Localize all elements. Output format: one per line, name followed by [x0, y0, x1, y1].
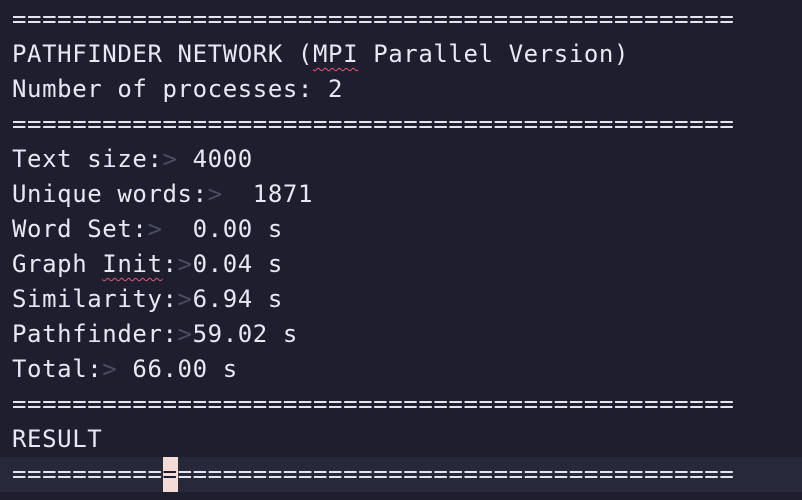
metric-total: Total:> 66.00 s [12, 352, 238, 387]
metric-value: 6.94 s [192, 285, 283, 313]
tab-marker-icon: > [147, 215, 163, 243]
separator-line: ========================================… [12, 5, 735, 33]
tab-marker-icon: > [177, 320, 193, 348]
title-suffix: Parallel Version) [358, 40, 630, 68]
tab-marker-icon: > [207, 180, 223, 208]
metric-value: 4000 [177, 145, 253, 173]
separator-line: ========================================… [12, 390, 735, 418]
terminal-editor[interactable]: ========================================… [0, 0, 802, 500]
tab-marker-icon: > [177, 250, 193, 278]
separator-line: ========================================… [12, 110, 735, 138]
metric-label: Similarity: [12, 285, 178, 313]
current-line[interactable]: ========================================… [0, 457, 802, 492]
metric-value: 0.00 s [162, 215, 283, 243]
tab-marker-icon: > [162, 145, 178, 173]
metric-value: 0.04 s [192, 250, 283, 278]
metric-word-set: Word Set:> 0.00 s [12, 212, 283, 247]
metric-label: Total: [12, 355, 103, 383]
title-prefix: PATHFINDER NETWORK ( [12, 40, 313, 68]
metric-label-colon: : [162, 250, 178, 278]
metric-value: 1871 [222, 180, 313, 208]
metric-label: Pathfinder: [12, 320, 178, 348]
spellcheck-flagged-word[interactable]: Init [102, 250, 162, 278]
metric-graph-init: Graph Init:>0.04 s [12, 247, 283, 282]
result-heading: RESULT [12, 425, 103, 453]
metric-similarity: Similarity:>6.94 s [12, 282, 283, 317]
spellcheck-flagged-word[interactable]: MPI [313, 40, 358, 68]
metric-label: Graph [12, 250, 103, 278]
processes-line: Number of processes: 2 [12, 75, 344, 103]
metric-text-size: Text size:> 4000 [12, 142, 253, 177]
metric-unique-words: Unique words:> 1871 [12, 177, 313, 212]
metric-label: Text size: [12, 145, 163, 173]
metric-value: 59.02 s [192, 320, 298, 348]
tab-marker-icon: > [177, 285, 193, 313]
metric-pathfinder: Pathfinder:>59.02 s [12, 317, 298, 352]
program-title: PATHFINDER NETWORK (MPI Parallel Version… [12, 37, 629, 72]
metric-label: Unique words: [12, 180, 208, 208]
separator-segment: ===================================== [177, 460, 735, 488]
tab-marker-icon: > [102, 355, 118, 383]
metric-value: 66.00 s [117, 355, 238, 383]
metric-label: Word Set: [12, 215, 148, 243]
separator-segment: ========== [12, 460, 163, 488]
text-cursor[interactable]: = [162, 457, 178, 492]
